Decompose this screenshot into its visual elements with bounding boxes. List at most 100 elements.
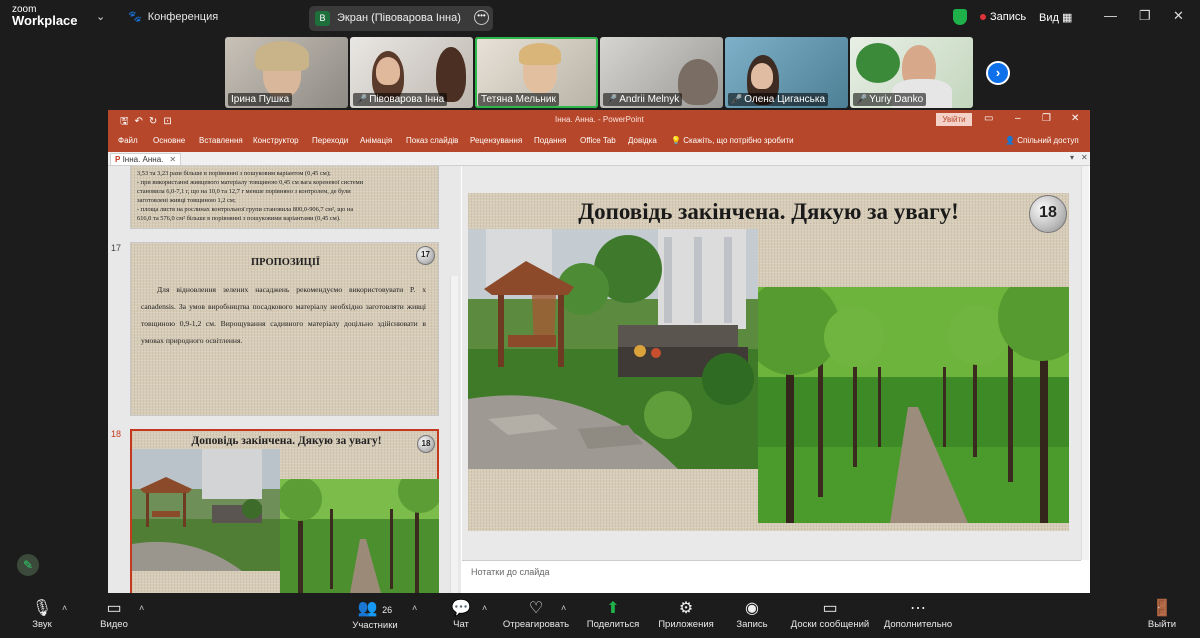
notes-placeholder: Нотатки до слайда	[471, 567, 550, 577]
quick-access-toolbar[interactable]: 🖫↶↻⊡	[120, 114, 178, 131]
video-options-caret-icon[interactable]: ˄	[139, 603, 144, 613]
document-tab[interactable]: P Інна. Анна. ✕	[110, 153, 182, 165]
share-screen-icon: ⬆	[606, 600, 620, 617]
participant-tile[interactable]: 🎤 Andrii Melnyk	[600, 37, 723, 108]
ribbon-tab-file[interactable]: Файл	[118, 136, 138, 145]
notes-pane[interactable]: Нотатки до слайда	[462, 560, 1081, 593]
slide-thumbnail-16[interactable]: 3,53 та 3,23 рази більше в порівнянні з …	[130, 166, 439, 229]
ppt-title-bar: 🖫↶↻⊡ Інна. Анна. - PowerPoint Увійти ▭ –…	[108, 110, 1090, 130]
react-caret-icon[interactable]: ˄	[561, 603, 566, 613]
audio-options-caret-icon[interactable]: ˄	[62, 603, 67, 613]
slide-thumbnail-18-selected[interactable]: 18 Доповідь закінчена. Дякую за увагу!	[130, 429, 439, 593]
more-options-icon[interactable]: •••	[474, 10, 489, 25]
alley-photo-thumb	[280, 479, 439, 593]
view-menu[interactable]: Вид ▦	[1039, 11, 1072, 24]
zoom-logo: zoom Workplace	[12, 4, 78, 27]
close-tab-icon: ✕	[169, 155, 177, 164]
zoom-top-bar: zoom Workplace ⌄ 🐾 Конференция B Экран (П…	[0, 0, 1200, 36]
slide-16-text: 3,53 та 3,23 рази більше в порівнянні з …	[137, 170, 364, 222]
chat-icon: 💬	[451, 600, 471, 617]
ppt-window-title: Інна. Анна. - PowerPoint	[555, 115, 644, 124]
security-shield-icon[interactable]	[953, 9, 967, 25]
current-slide-18[interactable]: Доповідь закінчена. Дякую за увагу! 18	[468, 193, 1069, 531]
ppt-file-icon: P	[115, 155, 121, 164]
tab-list-dropdown-icon[interactable]: ▾	[1070, 153, 1074, 162]
next-participants-button[interactable]: ›	[986, 61, 1010, 85]
apps-button[interactable]: ⚙ Приложения	[654, 599, 718, 630]
slide-number-badge: 18	[1029, 195, 1067, 233]
ribbon-tab-slideshow[interactable]: Показ слайдів	[406, 136, 458, 145]
chevron-down-icon[interactable]: ⌄	[96, 10, 105, 23]
screen-avatar-badge: B	[315, 11, 330, 26]
restore-icon[interactable]: ❐	[1139, 8, 1151, 24]
ribbon-tab-help[interactable]: Довідка	[628, 136, 657, 145]
leave-button[interactable]: 🚪 Выйти	[1146, 599, 1178, 630]
ribbon-tab-animation[interactable]: Анімація	[360, 136, 392, 145]
slide-scrollbar[interactable]	[1081, 166, 1089, 560]
ppt-minimize-icon[interactable]: –	[1015, 113, 1021, 124]
record-button[interactable]: ◉ Запись	[732, 599, 772, 630]
camera-icon: ▭	[106, 600, 122, 617]
main-slide-editor: Доповідь закінчена. Дякую за увагу! 18	[462, 166, 1081, 560]
ppt-close-icon[interactable]: ✕	[1071, 113, 1079, 124]
participant-name: 🎤 Yuriy Danko	[853, 93, 927, 106]
redo-icon: ↻	[148, 116, 164, 127]
ribbon-display-icon[interactable]: ▭	[984, 113, 993, 124]
ribbon-tab-office-tab[interactable]: Office Tab	[580, 136, 616, 145]
participant-name: Ірина Пушка	[228, 93, 293, 106]
annotate-pencil-icon[interactable]: ✎	[17, 554, 39, 576]
garden-swing-photo	[468, 229, 758, 469]
ribbon-tab-insert[interactable]: Вставлення	[199, 136, 243, 145]
login-button[interactable]: Увійти	[936, 113, 972, 126]
share-screen-button[interactable]: ⬆ Поделиться	[584, 599, 642, 630]
chat-caret-icon[interactable]: ˄	[482, 603, 487, 613]
participants-button[interactable]: 👥 26 Участники	[346, 599, 404, 631]
participant-tile[interactable]: 🎤 Олена Циганська	[725, 37, 848, 108]
whiteboard-icon: ▭	[822, 600, 838, 617]
leave-icon: 🚪	[1152, 600, 1172, 617]
close-icon[interactable]: ✕	[1173, 8, 1184, 24]
conference-menu[interactable]: 🐾 Конференция	[128, 10, 218, 23]
garden-swing-photo-thumb	[132, 449, 280, 571]
slide-thumbnail-pane: 3,53 та 3,23 рази більше в порівнянні з …	[108, 166, 461, 593]
recording-indicator[interactable]: Запись	[980, 11, 1026, 23]
audio-button[interactable]: 🎙 Звук	[22, 599, 62, 630]
chevron-right-icon: ›	[995, 65, 1001, 80]
participant-name: 🎤 Andrii Melnyk	[603, 93, 683, 106]
ribbon-tab-review[interactable]: Рецензування	[470, 136, 522, 145]
minimize-icon[interactable]: —	[1104, 8, 1117, 23]
participant-name: 🎤 Олена Циганська	[728, 93, 829, 106]
save-icon: 🖫	[120, 116, 135, 127]
ribbon-tab-home[interactable]: Основне	[153, 136, 185, 145]
participant-tile-active-speaker[interactable]: Тетяна Мельник	[475, 37, 598, 108]
participants-caret-icon[interactable]: ˄	[412, 603, 417, 613]
ppt-ribbon-tabs: Файл Основне Вставлення Конструктор Пере…	[108, 130, 1090, 152]
view-label: Вид	[1039, 12, 1059, 24]
ribbon-tab-transitions[interactable]: Переходи	[312, 136, 348, 145]
record-icon: ◉	[745, 600, 759, 617]
thumbnail-scrollbar[interactable]	[450, 276, 458, 593]
slide-number-18: 18	[111, 429, 122, 439]
more-button[interactable]: ⋯ Дополнительно	[880, 599, 956, 630]
tree-alley-photo	[758, 287, 1069, 523]
video-button[interactable]: ▭ Видео	[92, 599, 136, 630]
share-button[interactable]: 👤 Спільний доступ	[1005, 136, 1079, 145]
undo-icon: ↶	[134, 116, 149, 127]
participant-name: Тетяна Мельник	[478, 93, 559, 106]
apps-icon: ⚙	[678, 600, 694, 617]
tell-me-search[interactable]: 💡 Скажіть, що потрібно зробити	[671, 136, 794, 145]
participant-tile[interactable]: 🎤 Півоварова Інна	[350, 37, 473, 108]
whiteboards-button[interactable]: ▭ Доски сообщений	[787, 599, 873, 630]
participant-tile[interactable]: Ірина Пушка	[225, 37, 348, 108]
participant-tile[interactable]: 🎤 Yuriy Danko	[850, 37, 973, 108]
slide-thumbnail-17[interactable]: 17 ПРОПОЗИЦІЇ Для відновлення зелених на…	[130, 242, 439, 416]
close-all-icon[interactable]: ✕	[1081, 153, 1088, 162]
recording-label: Запись	[990, 11, 1027, 23]
ribbon-tab-design[interactable]: Конструктор	[253, 136, 299, 145]
screen-share-pill[interactable]: B Экран (Півоварова Інна) •••	[309, 6, 493, 31]
participant-strip: Ірина Пушка 🎤 Півоварова Інна Тетяна Мель…	[225, 37, 975, 109]
ribbon-tab-view[interactable]: Подання	[534, 136, 566, 145]
mic-muted-icon: 🎤	[856, 94, 868, 104]
chat-button[interactable]: 💬 Чат	[444, 599, 478, 630]
ppt-restore-icon[interactable]: ❐	[1042, 113, 1051, 124]
